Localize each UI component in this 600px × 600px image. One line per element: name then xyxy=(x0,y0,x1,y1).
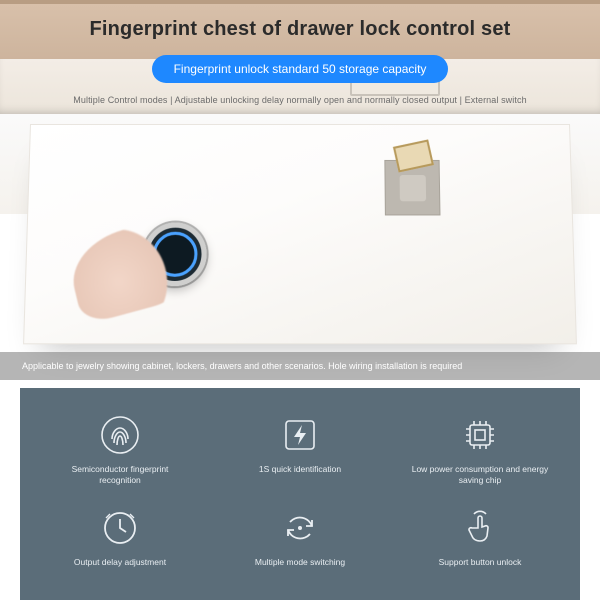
feature-label: Output delay adjustment xyxy=(74,557,166,568)
fingerprint-icon xyxy=(99,414,141,456)
feature-label: 1S quick identification xyxy=(259,464,341,475)
touch-icon xyxy=(459,507,501,549)
feature-2: 1S quick identification xyxy=(210,408,390,501)
clock-icon xyxy=(99,507,141,549)
hero-image: Fingerprint chest of drawer lock control… xyxy=(0,0,600,380)
cycle-icon xyxy=(279,507,321,549)
feature-4: Output delay adjustment xyxy=(30,501,210,582)
hero-caption-text: Applicable to jewelry showing cabinet, l… xyxy=(22,361,462,371)
product-title: Fingerprint chest of drawer lock control… xyxy=(0,18,600,41)
product-page: Fingerprint chest of drawer lock control… xyxy=(0,0,600,600)
feature-6: Support button unlock xyxy=(390,501,570,582)
hero-caption-bar: Applicable to jewelry showing cabinet, l… xyxy=(0,352,600,380)
feature-panel: Semiconductor fingerprint recognition 1S … xyxy=(20,388,580,600)
hero-text: Fingerprint chest of drawer lock control… xyxy=(0,18,600,105)
feature-label: Multiple mode switching xyxy=(255,557,345,568)
bolt-icon xyxy=(279,414,321,456)
feature-5: Multiple mode switching xyxy=(210,501,390,582)
capacity-pill: Fingerprint unlock standard 50 storage c… xyxy=(152,55,449,83)
feature-label: Semiconductor fingerprint recognition xyxy=(50,464,190,487)
drawer-front xyxy=(23,124,577,344)
lock-latch xyxy=(384,160,440,216)
feature-label: Support button unlock xyxy=(439,557,522,568)
feature-3: Low power consumption and energy saving … xyxy=(390,408,570,501)
chip-icon xyxy=(459,414,501,456)
feature-1: Semiconductor fingerprint recognition xyxy=(30,408,210,501)
feature-summary-line: Multiple Control modes | Adjustable unlo… xyxy=(0,95,600,105)
feature-label: Low power consumption and energy saving … xyxy=(410,464,550,487)
